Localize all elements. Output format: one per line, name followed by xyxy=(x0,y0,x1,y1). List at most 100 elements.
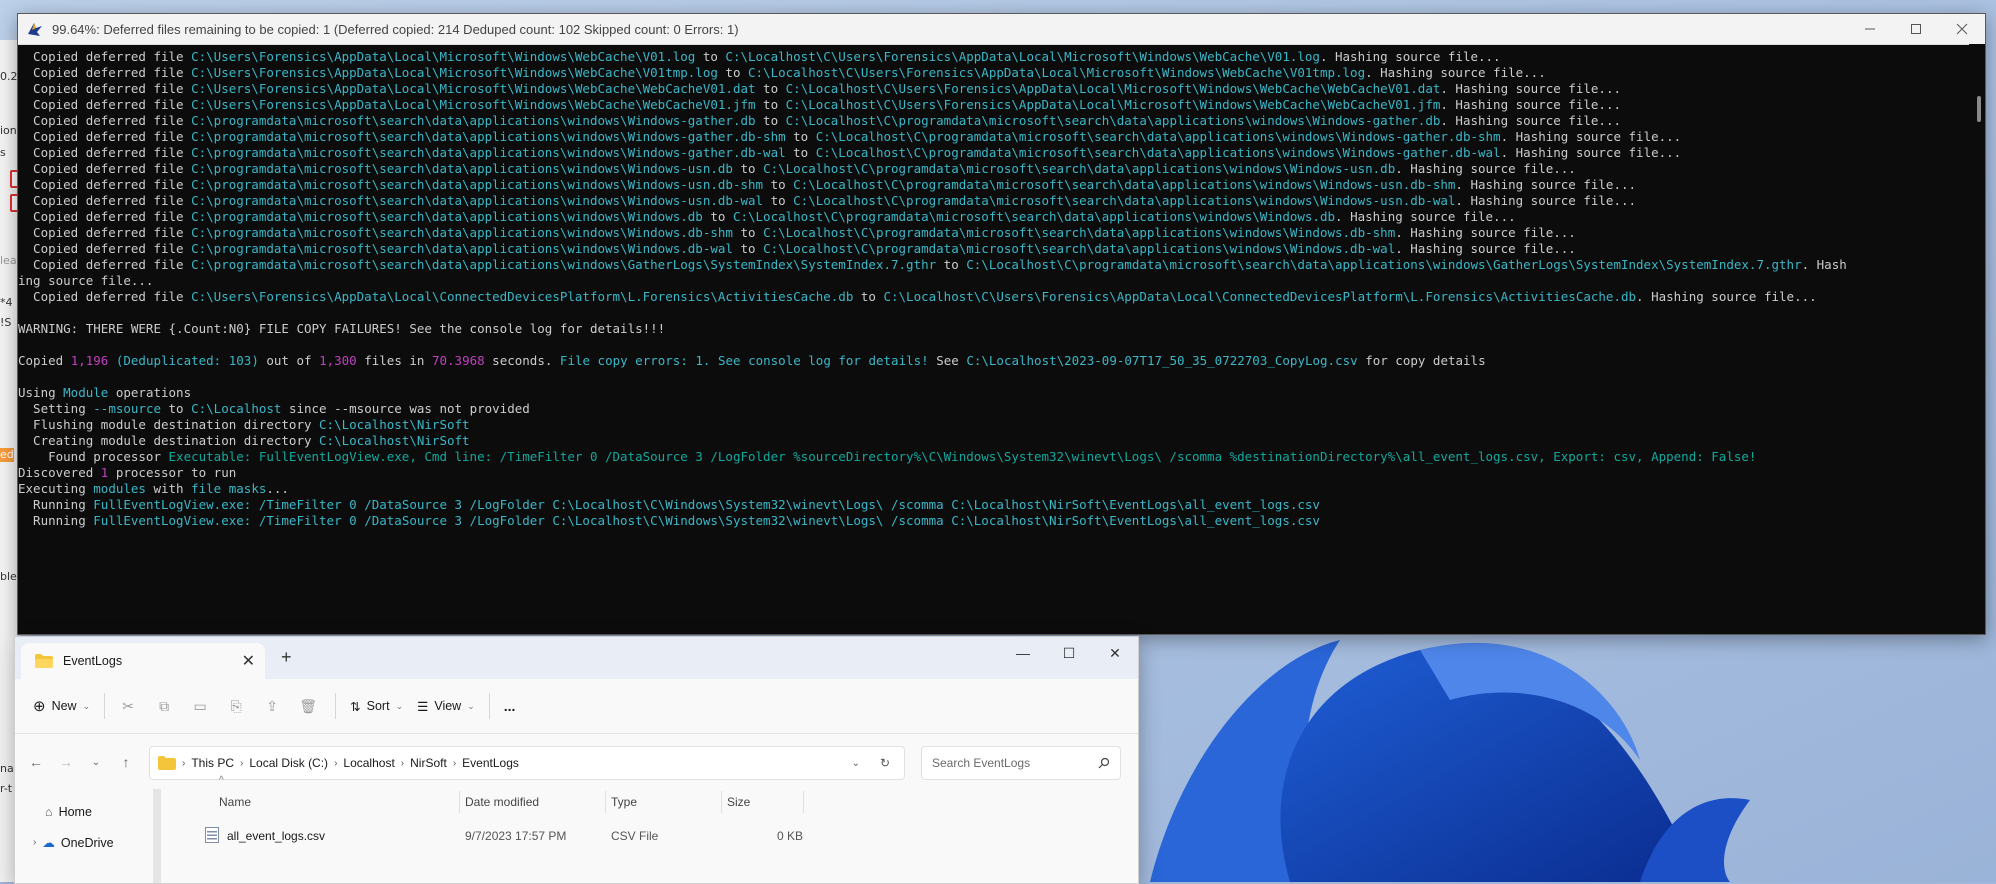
console-segment: . Hashing source file... xyxy=(1440,97,1621,112)
console-scrollbar[interactable] xyxy=(1969,44,1985,634)
column-type[interactable]: Type xyxy=(611,795,637,809)
scrollbar-thumb[interactable] xyxy=(1977,96,1981,122)
view-icon: ☰ xyxy=(417,699,429,714)
chevron-right-icon: › xyxy=(182,757,186,769)
share-icon[interactable]: ⇪ xyxy=(263,697,281,715)
console-segment: C:\Users\Forensics\AppData\Local\Microso… xyxy=(191,49,696,64)
view-label: View xyxy=(434,699,462,713)
console-segment: Copied deferred file xyxy=(18,49,192,64)
console-line: Copied deferred file C:\programdata\micr… xyxy=(18,209,1985,225)
explorer-tabstrip: EventLogs ✕ + — ☐ ✕ xyxy=(15,637,1138,679)
console-segment: C:\programdata\microsoft\search\data\app… xyxy=(191,161,733,176)
nav-item-home[interactable]: ⌂ Home xyxy=(45,805,92,819)
new-button[interactable]: ⊕ New ⌄ xyxy=(33,697,90,715)
console-line: Running FullEventLogView.exe: /TimeFilte… xyxy=(18,513,1985,529)
breadcrumb-this-pc[interactable]: This PC xyxy=(191,756,234,770)
breadcrumb-eventlogs[interactable]: EventLogs xyxy=(462,756,519,770)
console-segment: . Hashing source file... xyxy=(1500,129,1682,144)
console-segment: Discovered xyxy=(18,465,101,480)
up-arrow-icon[interactable]: ↑ xyxy=(111,754,141,770)
new-tab-button[interactable]: + xyxy=(281,647,292,668)
column-name[interactable]: Name xyxy=(219,795,251,809)
search-input[interactable]: Search EventLogs xyxy=(921,746,1121,780)
divider xyxy=(488,693,490,719)
file-list: ^ Name Date modified Type Size all_event… xyxy=(175,775,1135,851)
console-segment: C:\programdata\microsoft\search\data\app… xyxy=(191,209,703,224)
console-segment: . Hashing source file... xyxy=(1455,193,1637,208)
console-line: Copied deferred file C:\Users\Forensics\… xyxy=(18,289,1985,305)
column-size[interactable]: Size xyxy=(727,795,750,809)
console-line: Copied deferred file C:\Users\Forensics\… xyxy=(18,49,1985,65)
breadcrumb-local-disk[interactable]: Local Disk (C:) xyxy=(249,756,328,770)
breadcrumb-nirsoft[interactable]: NirSoft xyxy=(410,756,447,770)
minimize-button[interactable] xyxy=(1847,14,1893,44)
divider xyxy=(104,693,106,719)
delete-icon[interactable]: 🗑 xyxy=(299,697,317,715)
column-date-modified[interactable]: Date modified xyxy=(465,795,539,809)
console-segment: C:\programdata\microsoft\search\data\app… xyxy=(191,257,937,272)
console-segment: Module xyxy=(63,385,109,400)
console-line: WARNING: THERE WERE {.Count:N0} FILE COP… xyxy=(18,321,1985,337)
console-segment: C:\Localhost\NirSoft xyxy=(319,417,470,432)
chevron-down-icon[interactable]: ⌄ xyxy=(852,758,860,769)
nav-label: OneDrive xyxy=(60,835,114,850)
close-tab-icon[interactable]: ✕ xyxy=(242,651,255,671)
maximize-button[interactable]: ☐ xyxy=(1046,637,1092,669)
console-segment: to xyxy=(755,81,786,96)
console-segment: . Hashing source file... xyxy=(1395,241,1576,256)
strip-text: *4 xyxy=(0,296,13,309)
console-segment: . Hashing source file... xyxy=(1455,177,1637,192)
console-segment: C:\Localhost\C\programdata\microsoft\sea… xyxy=(793,193,1456,208)
console-segment: . Hash xyxy=(1801,257,1847,272)
console-segment: . Hashing source file... xyxy=(1500,145,1682,160)
console-segment: out of xyxy=(258,353,320,368)
console-segment: C:\Localhost\C\Users\Forensics\AppData\L… xyxy=(883,289,1637,304)
tab-title: EventLogs xyxy=(63,654,123,668)
refresh-icon[interactable]: ↻ xyxy=(880,756,890,770)
address-bar[interactable]: › This PC › Local Disk (C:) › Localhost … xyxy=(149,746,905,780)
console-segment: to xyxy=(732,161,764,176)
sort-button[interactable]: ⇅ Sort ⌄ xyxy=(350,699,403,714)
forward-arrow-icon[interactable]: → xyxy=(51,754,81,770)
view-button[interactable]: ☰ View ⌄ xyxy=(417,699,475,714)
recent-chevron-icon[interactable]: ⌄ xyxy=(81,757,111,768)
minimize-button[interactable]: — xyxy=(1000,637,1046,669)
sort-icon: ⇅ xyxy=(350,699,361,714)
console-segment: 1,196 xyxy=(70,353,109,368)
console-segment: Copied deferred file xyxy=(18,97,192,112)
console-segment: . Hashing source file... xyxy=(1440,113,1621,128)
nav-item-onedrive[interactable]: › ☁ OneDrive xyxy=(33,835,114,851)
console-segment: C:\programdata\microsoft\search\data\app… xyxy=(191,193,764,208)
console-segment: C:\Localhost\C\programdata\microsoft\sea… xyxy=(763,161,1396,176)
breadcrumb-localhost[interactable]: Localhost xyxy=(343,756,394,770)
console-titlebar[interactable]: 99.64%: Deferred files remaining to be c… xyxy=(18,14,1985,45)
folder-icon xyxy=(35,654,53,668)
paste-icon[interactable]: ▭ xyxy=(191,697,209,715)
console-segment: file masks xyxy=(191,481,267,496)
console-line: Copied deferred file C:\programdata\micr… xyxy=(18,161,1985,177)
more-options-button[interactable]: ... xyxy=(504,698,516,714)
divider xyxy=(721,791,722,813)
chevron-right-icon[interactable]: › xyxy=(33,837,36,848)
console-segment: C:\Localhost\C\Users\Forensics\AppData\L… xyxy=(725,49,1320,64)
navigation-scrollbar[interactable] xyxy=(153,789,161,883)
console-line: Creating module destination directory C:… xyxy=(18,433,1985,449)
cut-icon[interactable]: ✂ xyxy=(119,697,137,715)
tab-eventlogs[interactable]: EventLogs ✕ xyxy=(21,643,265,679)
plus-circle-icon: ⊕ xyxy=(33,698,46,715)
rename-icon[interactable]: ⎘ xyxy=(227,697,245,715)
copy-icon[interactable]: ⧉ xyxy=(155,697,173,715)
csv-file-icon xyxy=(205,827,219,846)
file-type: CSV File xyxy=(611,829,659,843)
close-button[interactable]: ✕ xyxy=(1092,637,1138,669)
address-row: ← → ⌄ ↑ › This PC › Local Disk (C:) › Lo… xyxy=(15,734,1138,790)
table-row[interactable]: all_event_logs.csv 9/7/2023 17:57 PM CSV… xyxy=(175,825,1135,851)
console-output[interactable]: Copied deferred file C:\Users\Forensics\… xyxy=(18,45,1985,629)
close-button[interactable] xyxy=(1939,14,1985,44)
back-arrow-icon[interactable]: ← xyxy=(21,754,51,770)
file-name[interactable]: all_event_logs.csv xyxy=(227,829,325,843)
maximize-button[interactable] xyxy=(1893,14,1939,44)
console-segment: operations xyxy=(108,385,192,400)
more-icon: ... xyxy=(503,698,516,714)
strip-text: ed xyxy=(0,448,14,461)
